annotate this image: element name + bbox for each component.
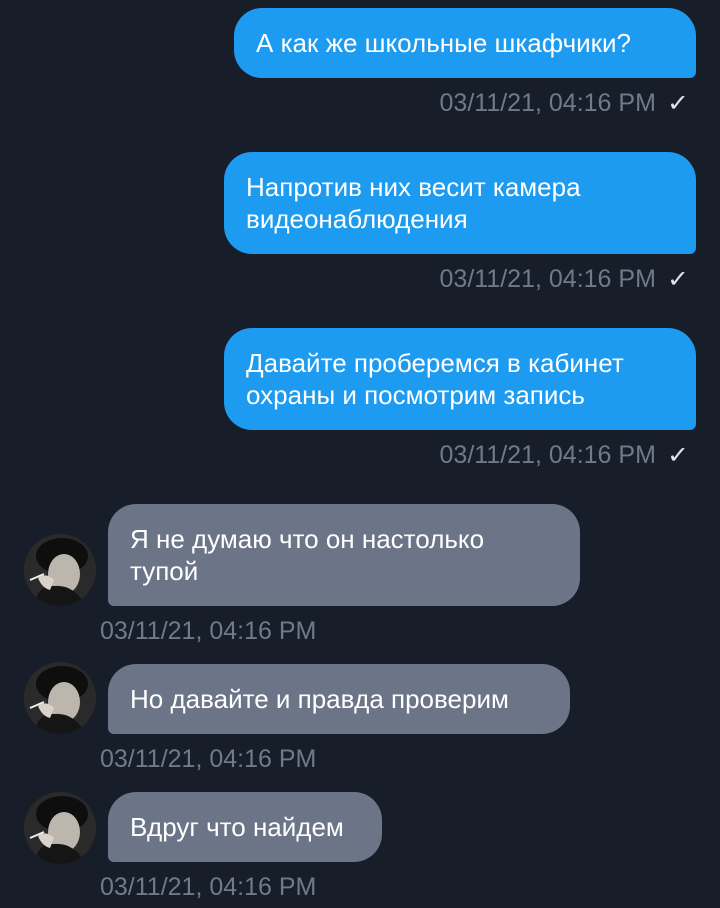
incoming-message-bubble[interactable]: Но давайте и правда проверим [108, 664, 570, 734]
user-avatar[interactable] [24, 662, 96, 734]
avatar-photo-icon [24, 534, 96, 606]
outgoing-message-bubble[interactable]: Давайте проберемся в кабинет охраны и по… [224, 328, 696, 430]
outgoing-message-bubble[interactable]: Напротив них весит камера видеонаблюдени… [224, 152, 696, 254]
message-meta: 03/11/21, 04:16 PM ✓ [439, 264, 690, 295]
message-meta: 03/11/21, 04:16 PM ✓ [439, 440, 690, 471]
message-timestamp: 03/11/21, 04:16 PM [100, 617, 317, 645]
check-icon: ✓ [666, 266, 690, 293]
check-icon: ✓ [666, 90, 690, 117]
message-timestamp: 03/11/21, 04:16 PM [100, 745, 317, 773]
avatar-photo-icon [24, 792, 96, 864]
message-timestamp: 03/11/21, 04:16 PM [439, 441, 656, 469]
check-icon: ✓ [666, 442, 690, 469]
user-avatar[interactable] [24, 792, 96, 864]
outgoing-message-bubble[interactable]: А как же школьные шкафчики? [234, 8, 696, 78]
avatar-photo-icon [24, 662, 96, 734]
message-timestamp: 03/11/21, 04:16 PM [100, 873, 317, 901]
incoming-message-bubble[interactable]: Вдруг что найдем [108, 792, 382, 862]
message-meta: 03/11/21, 04:16 PM ✓ [439, 88, 690, 119]
incoming-message-bubble[interactable]: Я не думаю что он настолько тупой [108, 504, 580, 606]
message-timestamp: 03/11/21, 04:16 PM [439, 265, 656, 293]
message-timestamp: 03/11/21, 04:16 PM [439, 89, 656, 117]
user-avatar[interactable] [24, 534, 96, 606]
